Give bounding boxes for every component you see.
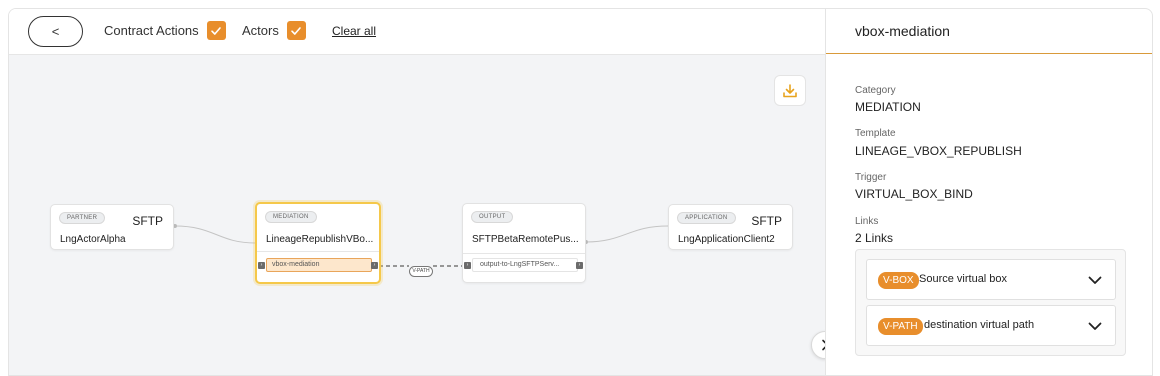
link-text: destination virtual path (924, 319, 1035, 331)
links-label: Links (855, 216, 879, 227)
graph-canvas[interactable]: PARTNER SFTP LngActorAlpha MEDIATION Lin… (9, 55, 825, 375)
node-name: LngApplicationClient2 (678, 234, 775, 245)
filter-actors[interactable]: Actors (242, 21, 306, 40)
link-item-vpath[interactable]: V-PATH destination virtual path (866, 305, 1116, 346)
checkbox-contract-actions[interactable] (206, 21, 226, 40)
port-right[interactable]: › (371, 262, 378, 269)
node-protocol: SFTP (132, 214, 163, 228)
back-button[interactable]: < (28, 16, 83, 47)
node-type-tag: MEDIATION (265, 211, 317, 223)
node-output[interactable]: OUTPUT SFTPBetaRemotePus... › output-to-… (462, 203, 586, 283)
title-underline (826, 53, 1152, 54)
links-list: V-BOX Source virtual box V-PATH destinat… (855, 249, 1126, 356)
clear-all-link[interactable]: Clear all (332, 24, 376, 38)
links-count: 2 Links (855, 231, 894, 245)
node-name: LineageRepublishVBo... (266, 234, 374, 245)
port-right[interactable]: › (576, 262, 583, 269)
category-value: MEDIATION (855, 100, 921, 114)
app: < Contract Actions Actors Clear all PART… (0, 0, 1160, 376)
toolbar: < Contract Actions Actors Clear all (9, 9, 825, 55)
port-left[interactable]: › (464, 262, 471, 269)
download-icon (783, 83, 797, 97)
check-icon (211, 26, 221, 35)
template-label: Template (855, 128, 896, 139)
node-application[interactable]: APPLICATION SFTP LngApplicationClient2 (668, 204, 793, 250)
node-type-tag: APPLICATION (677, 212, 736, 224)
link-item-vbox[interactable]: V-BOX Source virtual box (866, 259, 1116, 300)
node-divider (257, 251, 379, 252)
trigger-value: VIRTUAL_BOX_BIND (855, 187, 973, 201)
node-mediation[interactable]: MEDIATION LineageRepublishVBo... › vbox-… (255, 202, 381, 284)
node-name: LngActorAlpha (60, 234, 126, 245)
link-type-badge: V-PATH (878, 318, 923, 335)
checkbox-actors[interactable] (286, 21, 306, 40)
download-button[interactable] (774, 75, 806, 106)
chevron-down-icon[interactable] (1087, 273, 1103, 287)
details-panel: vbox-mediation Category MEDIATION Templa… (825, 8, 1153, 376)
template-value: LINEAGE_VBOX_REPUBLISH (855, 144, 1022, 158)
graph-panel: < Contract Actions Actors Clear all PART… (8, 8, 825, 376)
chevron-down-icon[interactable] (1087, 319, 1103, 333)
node-name: SFTPBetaRemotePus... (472, 234, 579, 245)
node-divider (463, 253, 585, 254)
edge-partner-mediation (174, 225, 256, 244)
edge-output-application (585, 225, 669, 243)
trigger-label: Trigger (855, 172, 887, 183)
node-type-tag: PARTNER (59, 212, 106, 224)
output-port-chip[interactable]: output-to-LngSFTPServ... (472, 258, 578, 272)
node-protocol: SFTP (751, 214, 782, 228)
filter-contract-actions[interactable]: Contract Actions (104, 21, 226, 40)
node-partner[interactable]: PARTNER SFTP LngActorAlpha (50, 204, 174, 250)
node-type-tag: OUTPUT (471, 211, 514, 223)
vpath-edge-badge[interactable]: V-PATH (409, 266, 433, 277)
port-left[interactable]: › (258, 262, 265, 269)
filter-label: Actors (242, 23, 279, 38)
link-text: Source virtual box (919, 273, 1008, 285)
check-icon (291, 26, 302, 35)
vbox-chip[interactable]: vbox-mediation (266, 258, 372, 272)
category-label: Category (855, 85, 896, 96)
filter-label: Contract Actions (104, 23, 199, 38)
details-title: vbox-mediation (855, 23, 950, 39)
link-type-badge: V-BOX (878, 272, 919, 289)
